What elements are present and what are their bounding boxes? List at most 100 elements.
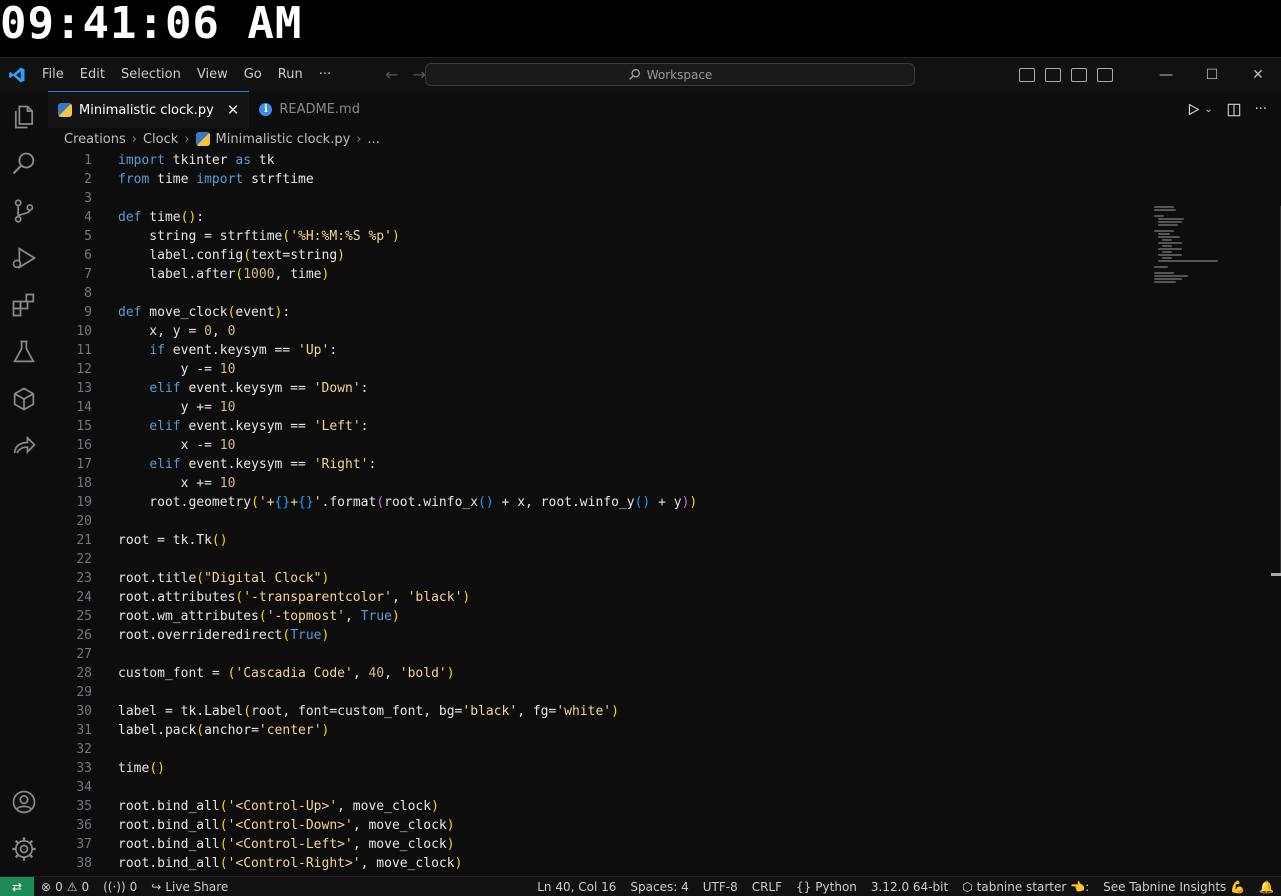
encoding[interactable]: UTF-8 — [696, 880, 745, 894]
menu-run[interactable]: Run — [270, 58, 311, 91]
line-number: 36 — [76, 818, 92, 833]
live-share-label: Live Share — [165, 880, 229, 894]
end-of-line[interactable]: CRLF — [745, 880, 789, 894]
code-line: 3 — [48, 189, 1148, 208]
warning-icon: ⚠ — [66, 880, 78, 894]
toggle-primary-sidebar-icon[interactable] — [1019, 67, 1035, 82]
tabnine-status[interactable]: ⬡ tabnine starter 👈: — [955, 880, 1096, 894]
explorer-icon[interactable] — [10, 103, 38, 131]
search-label: Workspace — [646, 67, 713, 82]
menu-go[interactable]: Go — [236, 58, 270, 91]
tab-minimalistic-clock[interactable]: Minimalistic clock.py ✕ — [48, 91, 250, 128]
problems-indicator[interactable]: ⊗ 0 ⚠ 0 — [34, 880, 96, 894]
line-number: 3 — [84, 191, 92, 206]
vscode-logo-icon — [0, 58, 34, 91]
code-line: 33 time() — [48, 759, 1148, 778]
code-line: 11 if event.keysym == 'Up': — [48, 341, 1148, 360]
code-editor[interactable]: 1 import tkinter as tk 2 from time import … — [48, 151, 1268, 876]
close-window-icon[interactable]: ✕ — [1235, 58, 1281, 91]
tabnine-icon: ⬡ — [962, 880, 973, 894]
code-line: 10 x, y = 0, 0 — [48, 322, 1148, 341]
run-icon[interactable] — [1187, 103, 1200, 116]
code-line: 5 string = strftime('%H:%M:%S %p') — [48, 227, 1148, 246]
title-bar: File Edit Selection View Go Run ··· ← → … — [0, 58, 1281, 91]
code-line: 19 root.geometry('+{}+{}'.format(root.wi… — [48, 493, 1148, 512]
menu-edit[interactable]: Edit — [72, 58, 113, 91]
cursor-position[interactable]: Ln 40, Col 16 — [530, 880, 623, 894]
breadcrumb-item[interactable]: Minimalistic clock.py — [216, 132, 351, 147]
maximize-icon[interactable]: ☐ — [1189, 58, 1235, 91]
chevron-right-icon: › — [131, 131, 137, 147]
line-number: 15 — [76, 419, 92, 434]
errors-count: 0 — [55, 880, 63, 894]
layout-controls — [1019, 67, 1113, 82]
breadcrumb-item[interactable]: Creations — [64, 132, 126, 147]
live-share-icon[interactable] — [10, 432, 38, 460]
code-line: 15 elif event.keysym == 'Left': — [48, 417, 1148, 436]
code-line: 1 import tkinter as tk — [48, 151, 1148, 170]
info-icon: i — [259, 103, 273, 116]
tabnine-insights[interactable]: See Tabnine Insights 💪 — [1096, 880, 1252, 894]
menu-bar: File Edit Selection View Go Run ··· — [34, 58, 339, 91]
line-number: 1 — [84, 153, 92, 168]
more-actions-icon[interactable]: ··· — [1255, 102, 1267, 117]
line-number: 17 — [76, 457, 92, 472]
remote-explorer-icon[interactable] — [10, 385, 38, 413]
scrollbar-cursor-marker — [1271, 573, 1281, 576]
back-arrow-icon[interactable]: ← — [385, 65, 398, 84]
line-number: 22 — [76, 552, 92, 567]
python-interpreter[interactable]: 3.12.0 64-bit — [864, 880, 955, 894]
code-line: 9 def move_clock(event): — [48, 303, 1148, 322]
forward-arrow-icon[interactable]: → — [413, 65, 426, 84]
search-sidebar-icon[interactable] — [10, 150, 38, 178]
tab-readme[interactable]: i README.md — [249, 91, 370, 128]
remote-indicator-icon[interactable]: ⇄ — [0, 876, 34, 896]
editor-scrollbar[interactable] — [1267, 206, 1281, 576]
line-number: 8 — [84, 286, 92, 301]
activity-bar — [0, 91, 48, 876]
toggle-panel-icon[interactable] — [1045, 67, 1061, 82]
source-control-icon[interactable] — [10, 197, 38, 225]
extensions-icon[interactable] — [10, 291, 38, 319]
code-line: 6 label.config(text=string) — [48, 246, 1148, 265]
command-center-search[interactable]: Workspace — [425, 63, 915, 86]
toggle-secondary-sidebar-icon[interactable] — [1071, 67, 1087, 82]
minimize-icon[interactable]: — — [1143, 58, 1189, 91]
notifications-bell-icon[interactable]: 🔔 — [1252, 880, 1281, 894]
line-number: 33 — [76, 761, 92, 776]
title-right: — ☐ ✕ — [1019, 58, 1281, 91]
code-line: 17 elif event.keysym == 'Right': — [48, 455, 1148, 474]
code-line: 28 custom_font = ('Cascadia Code', 40, 'b… — [48, 664, 1148, 683]
line-number: 35 — [76, 799, 92, 814]
language-mode[interactable]: {} Python — [789, 880, 864, 894]
chevron-down-icon[interactable]: ⌄ — [1204, 104, 1212, 115]
line-number: 24 — [76, 590, 92, 605]
indentation[interactable]: Spaces: 4 — [623, 880, 695, 894]
accounts-icon[interactable] — [10, 788, 38, 816]
run-debug-icon[interactable] — [10, 244, 38, 272]
status-bar-right: Ln 40, Col 16 Spaces: 4 UTF-8 CRLF {} Py… — [530, 880, 1281, 894]
code-line: 21 root = tk.Tk() — [48, 531, 1148, 550]
error-icon: ⊗ — [41, 880, 52, 894]
menu-more[interactable]: ··· — [311, 58, 339, 91]
broadcast-icon: ((·)) — [103, 880, 126, 894]
menu-view[interactable]: View — [189, 58, 236, 91]
line-number: 7 — [84, 267, 92, 282]
line-number: 14 — [76, 400, 92, 415]
close-icon[interactable]: ✕ — [227, 101, 240, 119]
minimap[interactable] — [1154, 206, 1224, 296]
live-share-button[interactable]: ↪ Live Share — [144, 880, 235, 894]
customize-layout-icon[interactable] — [1097, 67, 1113, 82]
gear-icon[interactable] — [10, 835, 38, 863]
window-controls: — ☐ ✕ — [1143, 58, 1281, 91]
code-line: 24 root.attributes('-transparentcolor', '… — [48, 588, 1148, 607]
testing-icon[interactable] — [10, 338, 38, 366]
menu-selection[interactable]: Selection — [113, 58, 189, 91]
ports-indicator[interactable]: ((·)) 0 — [96, 880, 144, 894]
menu-file[interactable]: File — [34, 58, 72, 91]
breadcrumb-item[interactable]: Clock — [143, 132, 178, 147]
line-number: 4 — [84, 210, 92, 225]
split-editor-icon[interactable] — [1227, 103, 1241, 117]
breadcrumb-item[interactable]: ... — [367, 132, 379, 147]
code-line: 2 from time import strftime — [48, 170, 1148, 189]
